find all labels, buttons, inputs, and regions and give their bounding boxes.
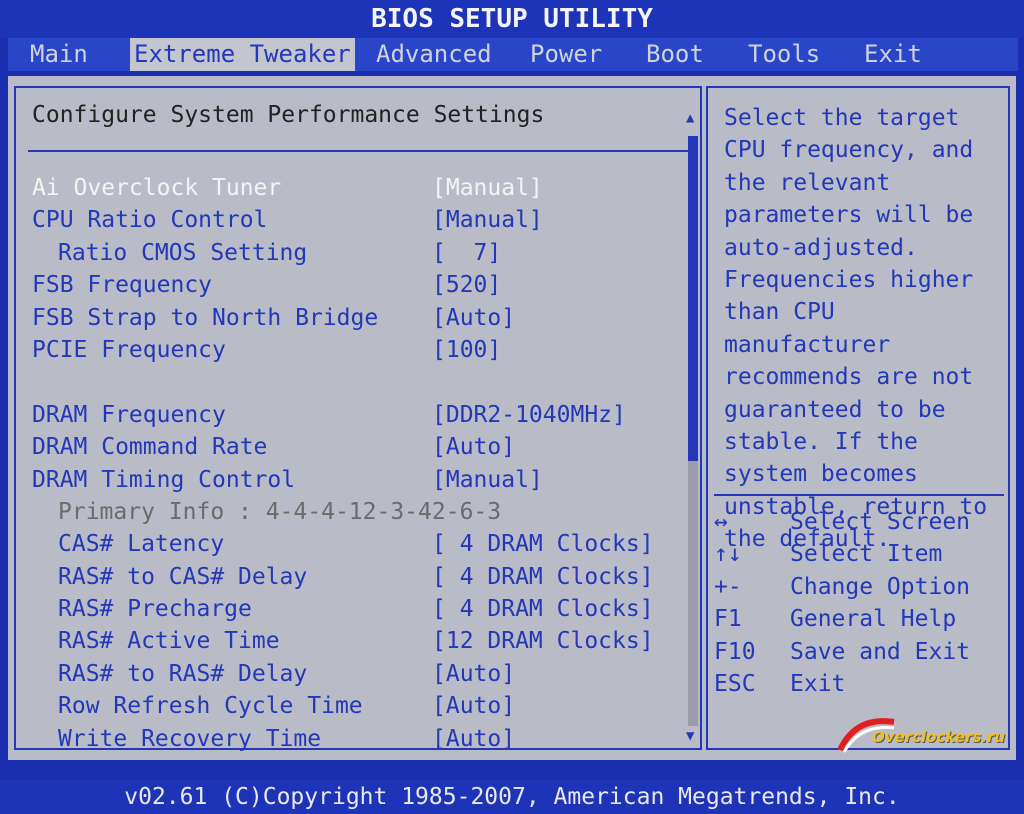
menu-power[interactable]: Power (526, 38, 606, 71)
setting-ai-overclock-tuner[interactable]: Ai Overclock Tuner [Manual] (16, 172, 686, 204)
key-desc: Select Screen (790, 509, 971, 535)
settings-panel: Configure System Performance Settings ▲ … (8, 76, 1016, 760)
setting-label: Write Recovery Time (58, 725, 322, 752)
section-title: Configure System Performance Settings (32, 102, 545, 128)
menu-extreme-tweaker[interactable]: Extreme Tweaker (130, 38, 355, 71)
setting-cpu-ratio-control[interactable]: CPU Ratio Control [Manual] (16, 204, 686, 236)
setting-label: CAS# Latency (58, 531, 225, 558)
setting-value[interactable]: [DDR2-1040MHz] (432, 399, 626, 431)
key-hint: ↔ Select Screen (714, 506, 1004, 538)
setting-write-recovery[interactable]: Write Recovery Time [Auto] (16, 723, 686, 755)
setting-label: RAS# to RAS# Delay (58, 660, 308, 687)
menu-bar: Main Extreme Tweaker Advanced Power Boot… (8, 38, 1018, 71)
setting-pcie-frequency[interactable]: PCIE Frequency [100] (16, 334, 686, 366)
title-divider (28, 150, 688, 152)
setting-label: Ai Overclock Tuner (32, 175, 282, 201)
help-divider (714, 494, 1004, 496)
setting-dram-frequency[interactable]: DRAM Frequency [DDR2-1040MHz] (16, 399, 686, 431)
setting-value[interactable]: [100] (432, 334, 501, 366)
menu-tools[interactable]: Tools (744, 38, 824, 71)
key-desc: Change Option (790, 573, 971, 600)
watermark-text: Overclockers.ru (872, 728, 1006, 746)
arrows-up-down-icon: ↑↓ (714, 541, 742, 568)
key-hint: F1 General Help (714, 603, 1004, 635)
scroll-down-arrow-icon[interactable]: ▼ (686, 728, 694, 744)
setting-label: RAS# Active Time (58, 628, 280, 655)
settings-box: Configure System Performance Settings ▲ … (14, 86, 702, 752)
setting-row-refresh-cycle[interactable]: Row Refresh Cycle Time [Auto] (16, 690, 686, 722)
key-hint: F10 Save and Exit (714, 636, 1004, 668)
setting-value[interactable]: [Auto] (432, 723, 515, 755)
key-desc: Select Item (790, 541, 943, 568)
scrollbar[interactable] (688, 136, 698, 726)
setting-label: RAS# to CAS# Delay (58, 563, 308, 590)
setting-value[interactable]: [520] (432, 269, 501, 301)
setting-ras-precharge[interactable]: RAS# Precharge [ 4 DRAM Clocks] (16, 593, 686, 625)
setting-label: Row Refresh Cycle Time (58, 693, 363, 720)
primary-info: Primary Info : 4-4-4-12-3-42-6-3 (16, 496, 686, 528)
key-desc: Exit (790, 670, 846, 697)
primary-info-text: Primary Info : 4-4-4-12-3-42-6-3 (58, 498, 502, 525)
setting-value[interactable]: [ 4 DRAM Clocks] (432, 528, 654, 560)
key-hint: +- Change Option (714, 571, 1004, 603)
key-name: F10 (714, 638, 756, 665)
key-name: ESC (714, 670, 756, 697)
menu-boot[interactable]: Boot (642, 38, 708, 71)
help-text: Select the target CPU frequency, and the… (724, 105, 988, 553)
setting-value[interactable]: [Manual] (432, 464, 543, 496)
menu-main[interactable]: Main (26, 38, 92, 71)
setting-value[interactable]: [ 4 DRAM Clocks] (432, 561, 654, 593)
menu-exit[interactable]: Exit (860, 38, 926, 71)
setting-label: FSB Frequency (32, 272, 213, 299)
setting-label: Ratio CMOS Setting (58, 239, 308, 266)
setting-label: RAS# Precharge (58, 596, 252, 623)
setting-label: PCIE Frequency (32, 336, 226, 363)
setting-value[interactable]: [Manual] (432, 204, 543, 236)
key-name: F1 (714, 606, 742, 633)
setting-fsb-strap[interactable]: FSB Strap to North Bridge [Auto] (16, 302, 686, 334)
setting-fsb-frequency[interactable]: FSB Frequency [520] (16, 269, 686, 301)
key-legend: ↔ Select Screen ↑↓ Select Item +- Change… (714, 506, 1004, 700)
setting-label: FSB Strap to North Bridge (32, 304, 379, 331)
key-hint: ↑↓ Select Item (714, 538, 1004, 570)
footer-copyright: v02.61 (C)Copyright 1985-2007, American … (0, 780, 1024, 814)
setting-value[interactable]: [Auto] (432, 302, 515, 334)
arrows-left-right-icon: ↔ (714, 509, 728, 535)
setting-value[interactable]: [Auto] (432, 690, 515, 722)
help-box: Select the target CPU frequency, and the… (706, 86, 1010, 750)
setting-value[interactable]: [12 DRAM Clocks] (432, 625, 654, 657)
key-hint: ESC Exit (714, 668, 1004, 700)
key-desc: Save and Exit (790, 638, 971, 665)
setting-label: CPU Ratio Control (32, 207, 268, 234)
watermark-logo: Overclockers.ru (836, 712, 1016, 756)
setting-dram-command-rate[interactable]: DRAM Command Rate [Auto] (16, 431, 686, 463)
setting-ras-to-ras-delay[interactable]: RAS# to RAS# Delay [Auto] (16, 658, 686, 690)
setting-dram-timing-control[interactable]: DRAM Timing Control [Manual] (16, 464, 686, 496)
setting-value[interactable]: [Manual] (432, 172, 543, 204)
menu-advanced[interactable]: Advanced (372, 38, 496, 71)
key-name: +- (714, 573, 742, 600)
window-title: BIOS SETUP UTILITY (0, 0, 1024, 38)
scroll-up-arrow-icon[interactable]: ▲ (686, 110, 694, 126)
setting-ratio-cmos[interactable]: Ratio CMOS Setting [ 7] (16, 237, 686, 269)
setting-value[interactable]: [ 7] (432, 237, 501, 269)
setting-label: DRAM Frequency (32, 401, 226, 428)
scrollbar-thumb[interactable] (688, 136, 698, 461)
setting-value[interactable]: [Auto] (432, 431, 515, 463)
setting-label: DRAM Command Rate (32, 434, 268, 461)
setting-ras-active-time[interactable]: RAS# Active Time [12 DRAM Clocks] (16, 625, 686, 657)
settings-list: Ai Overclock Tuner [Manual] CPU Ratio Co… (16, 172, 686, 755)
setting-label: DRAM Timing Control (32, 466, 296, 493)
setting-cas-latency[interactable]: CAS# Latency [ 4 DRAM Clocks] (16, 528, 686, 560)
setting-ras-to-cas-delay[interactable]: RAS# to CAS# Delay [ 4 DRAM Clocks] (16, 561, 686, 593)
setting-value[interactable]: [Auto] (432, 658, 515, 690)
setting-value[interactable]: [ 4 DRAM Clocks] (432, 593, 654, 625)
key-desc: General Help (790, 606, 957, 633)
